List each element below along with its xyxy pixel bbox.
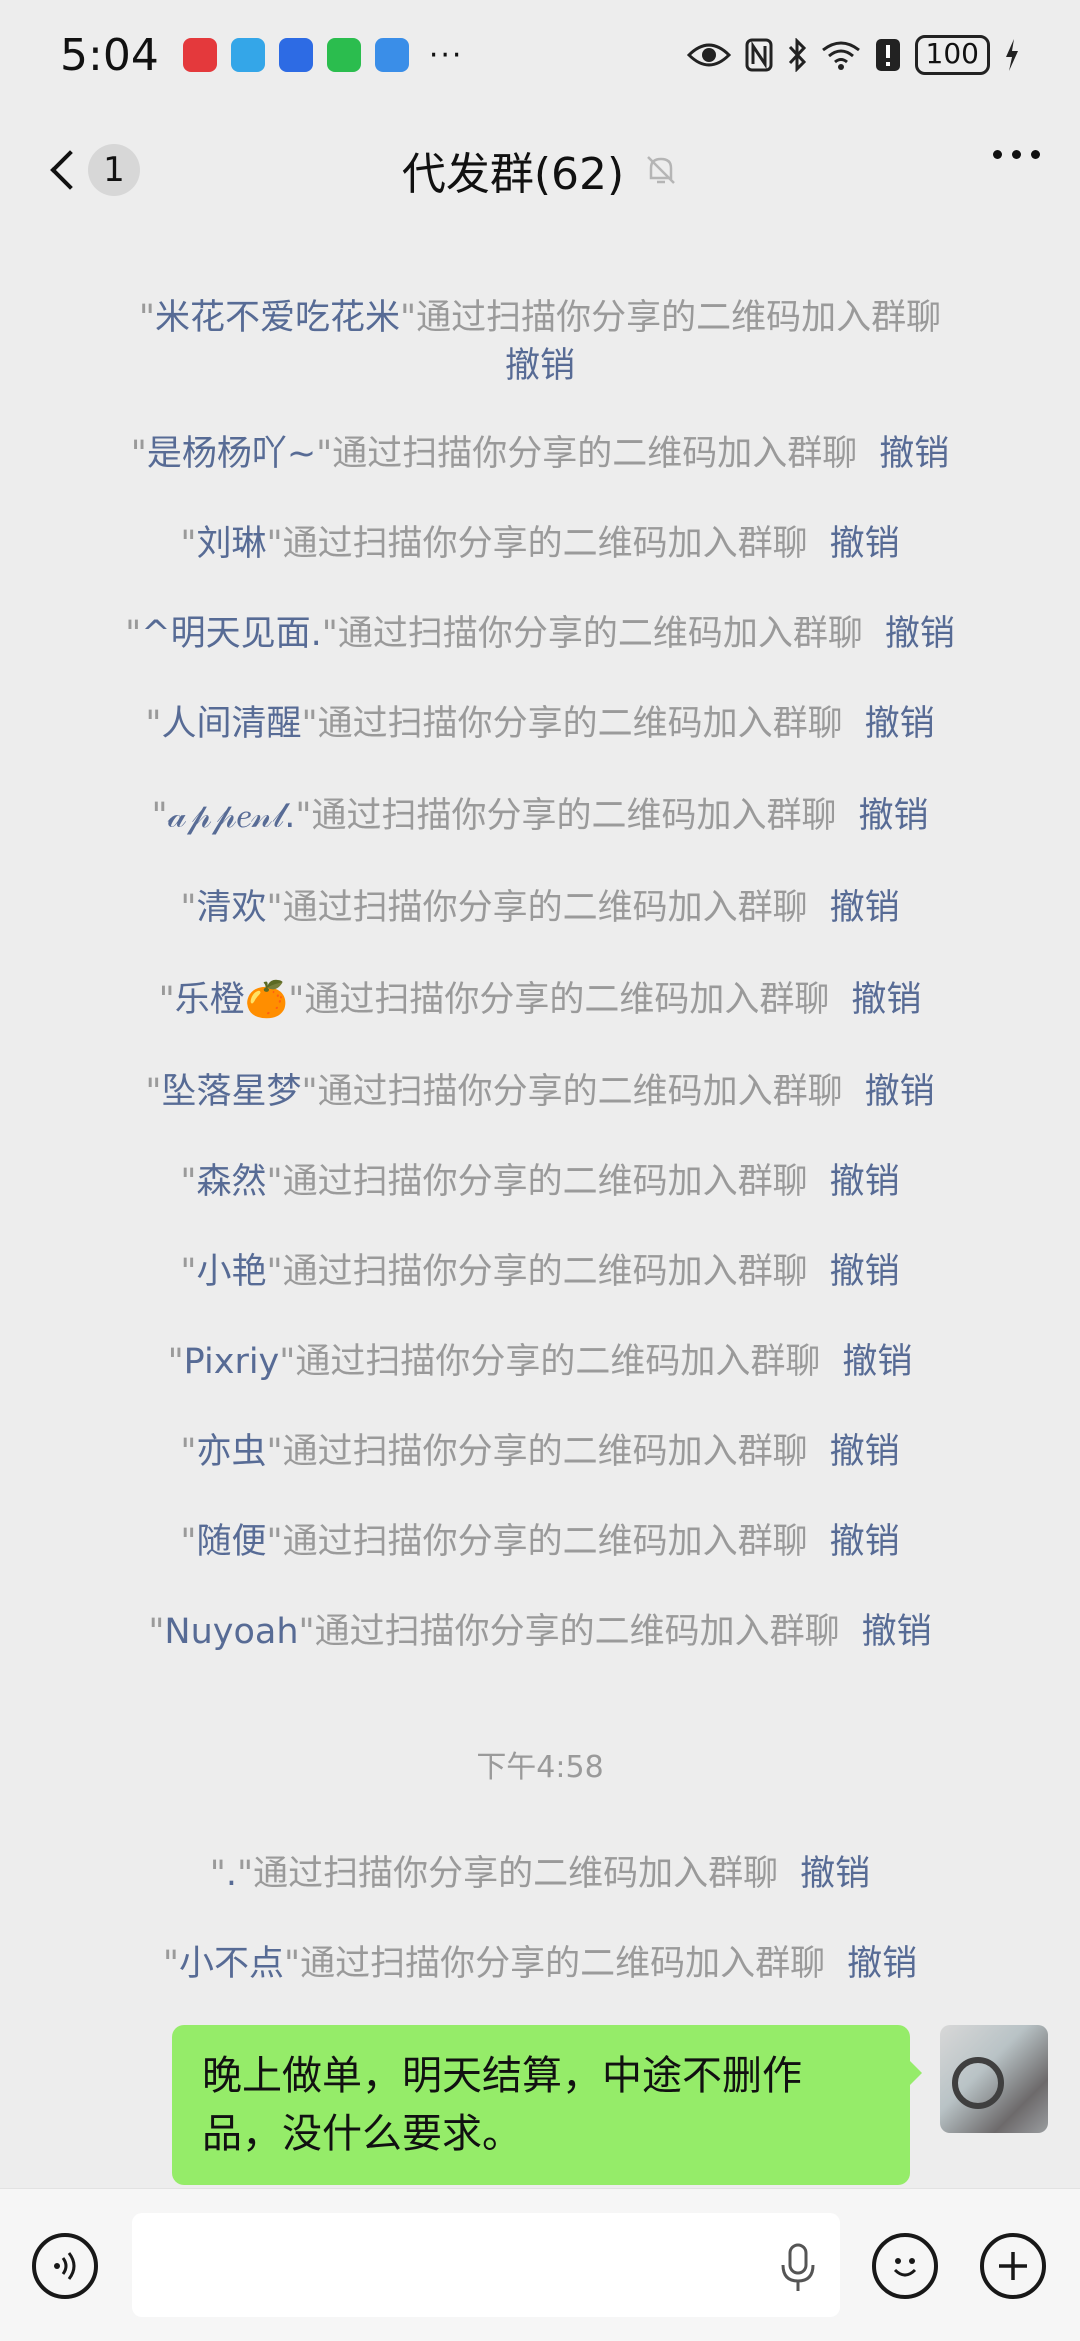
member-name[interactable]: 坠落星梦 bbox=[161, 1072, 301, 1112]
wifi-icon bbox=[821, 41, 860, 70]
voice-icon bbox=[54, 2252, 76, 2280]
emoji-button[interactable] bbox=[872, 2233, 938, 2299]
microphone-icon[interactable] bbox=[778, 2243, 818, 2293]
unread-count-badge[interactable]: 1 bbox=[88, 144, 140, 196]
chat-title: 代发群(62) bbox=[401, 149, 625, 200]
bluetooth-icon bbox=[788, 38, 806, 72]
more-notifications-icon: ··· bbox=[428, 37, 464, 73]
member-name[interactable]: 亦虫 bbox=[196, 1432, 266, 1472]
revoke-link[interactable]: 撤销 bbox=[885, 614, 955, 654]
system-message: "米花不爱吃花米"通过扫描你分享的二维码加入群聊 撤销 bbox=[138, 298, 942, 386]
red-app-icon bbox=[182, 38, 217, 72]
muted-bell-icon bbox=[647, 156, 676, 184]
member-name[interactable]: Nuyoah bbox=[164, 1612, 298, 1652]
system-message: "^明天见面."通过扫描你分享的二维码加入群聊 撤销 bbox=[125, 614, 955, 654]
system-message: "是杨杨吖~"通过扫描你分享的二维码加入群聊 撤销 bbox=[130, 434, 950, 474]
avatar[interactable] bbox=[940, 2025, 1048, 2133]
chat-header: 1 代发群(62) bbox=[0, 110, 1080, 230]
revoke-link[interactable]: 撤销 bbox=[830, 1522, 900, 1562]
revoke-link[interactable]: 撤销 bbox=[858, 796, 928, 836]
member-name[interactable]: 𝒶𝓅𝓅𝑒𝓃𝓁. bbox=[168, 796, 296, 836]
eye-icon bbox=[686, 43, 731, 67]
system-message: "随便"通过扫描你分享的二维码加入群聊 撤销 bbox=[180, 1522, 900, 1562]
alert-icon bbox=[875, 39, 900, 71]
member-name[interactable]: Pixriy bbox=[184, 1342, 280, 1382]
more-dot bbox=[1012, 150, 1021, 159]
system-message: "乐橙🍊"通过扫描你分享的二维码加入群聊 撤销 bbox=[158, 980, 922, 1020]
member-name[interactable]: 是杨杨吖~ bbox=[147, 434, 316, 474]
message-input[interactable] bbox=[132, 2213, 840, 2317]
revoke-link[interactable]: 撤销 bbox=[830, 1252, 900, 1292]
nfc-icon bbox=[745, 38, 773, 72]
status-time: 5:04 bbox=[60, 29, 159, 81]
battery-indicator: 100 bbox=[914, 35, 990, 75]
revoke-link[interactable]: 撤销 bbox=[830, 1162, 900, 1202]
system-message: "森然"通过扫描你分享的二维码加入群聊 撤销 bbox=[180, 1162, 900, 1202]
revoke-link[interactable]: 撤销 bbox=[879, 434, 949, 474]
member-name[interactable]: 森然 bbox=[196, 1162, 266, 1202]
more-options-button[interactable] bbox=[993, 150, 1040, 159]
more-dot bbox=[1031, 150, 1040, 159]
member-name[interactable]: 随便 bbox=[196, 1522, 266, 1562]
plus-icon bbox=[999, 2252, 1027, 2280]
member-name[interactable]: 小艳 bbox=[196, 1252, 266, 1292]
bubble-tail bbox=[908, 2059, 922, 2087]
revoke-link[interactable]: 撤销 bbox=[800, 1854, 870, 1894]
system-message: "𝒶𝓅𝓅𝑒𝓃𝓁."通过扫描你分享的二维码加入群聊 撤销 bbox=[151, 796, 929, 836]
member-name[interactable]: 清欢 bbox=[196, 888, 266, 928]
system-message: "Nuyoah"通过扫描你分享的二维码加入群聊 撤销 bbox=[148, 1612, 932, 1652]
member-name[interactable]: . bbox=[226, 1854, 237, 1894]
revoke-link[interactable]: 撤销 bbox=[830, 888, 900, 928]
chevron-left-icon bbox=[50, 150, 90, 190]
revoke-link[interactable]: 撤销 bbox=[505, 346, 575, 386]
voice-toggle-button[interactable] bbox=[32, 2233, 98, 2299]
revoke-link[interactable]: 撤销 bbox=[865, 1072, 935, 1112]
time-divider: 下午4:58 bbox=[476, 1750, 604, 1785]
system-message: "小不点"通过扫描你分享的二维码加入群聊 撤销 bbox=[162, 1944, 918, 1984]
more-actions-button[interactable] bbox=[980, 2233, 1046, 2299]
member-name[interactable]: 米花不爱吃花米 bbox=[155, 298, 400, 338]
blue-app-icon bbox=[230, 38, 265, 72]
system-message: "Pixriy"通过扫描你分享的二维码加入群聊 撤销 bbox=[167, 1342, 913, 1382]
smiley-icon bbox=[893, 2258, 917, 2277]
revoke-link[interactable]: 撤销 bbox=[865, 704, 935, 744]
member-name[interactable]: 刘琳 bbox=[196, 524, 266, 564]
revoke-link[interactable]: 撤销 bbox=[830, 1432, 900, 1472]
revoke-link[interactable]: 撤销 bbox=[830, 524, 900, 564]
wechat-icon bbox=[326, 38, 361, 72]
message-bubble[interactable]: 晚上做单，明天结算，中途不删作品，没什么要求。 bbox=[172, 2025, 910, 2185]
system-message: "刘琳"通过扫描你分享的二维码加入群聊 撤销 bbox=[180, 524, 900, 564]
system-message: "."通过扫描你分享的二维码加入群聊 撤销 bbox=[209, 1854, 871, 1894]
charging-icon bbox=[1006, 39, 1018, 71]
status-bar: 5:04 ··· 100 bbox=[0, 0, 1080, 110]
member-name[interactable]: 人间清醒 bbox=[161, 704, 301, 744]
system-message: "坠落星梦"通过扫描你分享的二维码加入群聊 撤销 bbox=[145, 1072, 935, 1112]
member-name[interactable]: ^明天见面. bbox=[141, 614, 321, 654]
message-list[interactable]: "米花不爱吃花米"通过扫描你分享的二维码加入群聊 撤销 "是杨杨吖~"通过扫描你… bbox=[0, 230, 1080, 2190]
system-message: "清欢"通过扫描你分享的二维码加入群聊 撤销 bbox=[180, 888, 900, 928]
system-message: "亦虫"通过扫描你分享的二维码加入群聊 撤销 bbox=[180, 1432, 900, 1472]
revoke-link[interactable]: 撤销 bbox=[862, 1612, 932, 1652]
weather-icon bbox=[374, 38, 409, 72]
revoke-link[interactable]: 撤销 bbox=[847, 1944, 917, 1984]
steering-wheel-graphic bbox=[952, 2057, 1004, 2109]
system-message: "人间清醒"通过扫描你分享的二维码加入群聊 撤销 bbox=[145, 704, 935, 744]
member-name[interactable]: 乐橙🍊 bbox=[175, 980, 289, 1020]
blue-bulb-app-icon bbox=[278, 38, 313, 72]
revoke-link[interactable]: 撤销 bbox=[851, 980, 921, 1020]
revoke-link[interactable]: 撤销 bbox=[842, 1342, 912, 1382]
more-dot bbox=[993, 150, 1002, 159]
input-bar bbox=[0, 2188, 1080, 2341]
status-indicators: 100 bbox=[686, 35, 1020, 75]
member-name[interactable]: 小不点 bbox=[179, 1944, 284, 1984]
system-message: "小艳"通过扫描你分享的二维码加入群聊 撤销 bbox=[180, 1252, 900, 1292]
